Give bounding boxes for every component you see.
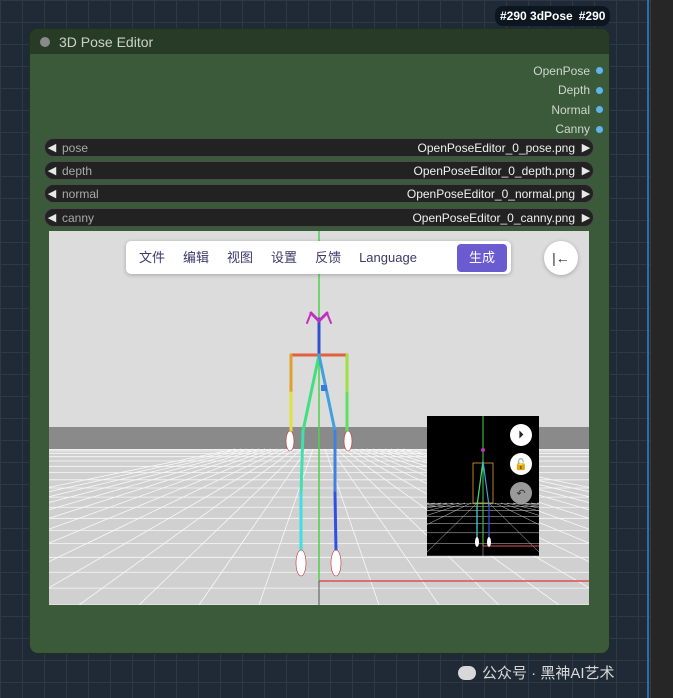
badge-id: #290 — [578, 9, 606, 23]
grid-line — [427, 502, 466, 516]
grid-line — [524, 502, 539, 506]
widget-label: normal — [62, 186, 99, 201]
menu-settings[interactable]: 设置 — [262, 244, 306, 272]
widget-label: canny — [62, 210, 95, 225]
collapse-left-icon[interactable]: |← — [544, 241, 578, 275]
arrow-right-icon[interactable]: ▶ — [579, 187, 593, 200]
grid-line — [427, 502, 442, 506]
pose-editor-node[interactable]: 3D Pose Editor OpenPose Depth Normal Can… — [30, 29, 609, 653]
generate-button[interactable]: 生成 — [456, 243, 507, 272]
output-sockets: OpenPose Depth Normal Canny — [533, 61, 603, 139]
menu-edit[interactable]: 编辑 — [174, 244, 218, 272]
output-normal[interactable]: Normal — [533, 100, 603, 120]
widget-label: pose — [62, 140, 89, 155]
widget-value: OpenPoseEditor_0_pose.png — [417, 140, 575, 155]
output-canny[interactable]: Canny — [533, 120, 603, 140]
widget-normal[interactable]: ◀ normal OpenPoseEditor_0_normal.png ▶ — [44, 184, 594, 203]
output-openpose[interactable]: OpenPose — [533, 61, 603, 81]
arrow-left-icon[interactable]: ◀ — [45, 211, 59, 224]
widget-value: OpenPoseEditor_0_canny.png — [412, 210, 575, 225]
grid-line — [518, 502, 539, 507]
node-title: 3D Pose Editor — [59, 33, 154, 50]
grid-line — [427, 502, 478, 553]
watermark: 公众号 · 黑神AI艺术 — [458, 662, 615, 683]
arrow-left-icon[interactable]: ◀ — [45, 141, 59, 154]
widget-depth[interactable]: ◀ depth OpenPoseEditor_0_depth.png ▶ — [44, 161, 594, 180]
menu-feedback[interactable]: 反馈 — [306, 244, 350, 272]
widget-value: OpenPoseEditor_0_normal.png — [406, 186, 575, 201]
menu-view[interactable]: 视图 — [218, 244, 262, 272]
node-badge: #290 3dPose #290 — [495, 6, 611, 26]
unlock-icon[interactable]: 🔓 — [510, 453, 532, 475]
arrow-right-icon[interactable]: ▶ — [579, 211, 593, 224]
arrow-left-icon[interactable]: ◀ — [45, 187, 59, 200]
socket-icon[interactable] — [596, 106, 603, 114]
socket-icon[interactable] — [596, 86, 603, 94]
divider-line — [647, 0, 649, 698]
menu-language[interactable]: Language — [350, 244, 426, 272]
arrow-left-icon[interactable]: ◀ — [45, 164, 59, 177]
wechat-icon — [458, 665, 476, 680]
watermark-text: 公众号 · 黑神AI艺术 — [482, 665, 615, 682]
widget-canny[interactable]: ◀ canny OpenPoseEditor_0_canny.png ▶ — [44, 208, 594, 227]
badge-title: #290 3dPose — [500, 9, 573, 23]
editor-menubar: 文件 编辑 视图 设置 反馈 Language 生成 — [126, 241, 511, 274]
output-depth[interactable]: Depth — [533, 81, 603, 101]
grid-line — [494, 502, 539, 525]
undo-icon[interactable]: ↶ — [510, 482, 532, 504]
play-icon[interactable]: ⏵ — [510, 424, 532, 446]
socket-icon[interactable] — [596, 125, 603, 133]
node-header[interactable]: 3D Pose Editor — [30, 29, 609, 54]
camera-preview[interactable]: ⏵ 🔓 ↶ — [427, 416, 539, 556]
widget-value: OpenPoseEditor_0_depth.png — [413, 163, 575, 178]
grid-line — [427, 502, 472, 525]
arrow-right-icon[interactable]: ▶ — [579, 141, 593, 154]
widget-label: depth — [62, 163, 93, 178]
socket-icon[interactable] — [596, 67, 603, 75]
collapse-dot-icon[interactable] — [40, 36, 50, 47]
3d-viewport[interactable]: 文件 编辑 视图 设置 反馈 Language 生成 |← ⏵ 🔓 ↶ — [49, 231, 589, 605]
grid-line — [427, 502, 448, 507]
grid-line — [488, 502, 539, 553]
widget-pose[interactable]: ◀ pose OpenPoseEditor_0_pose.png ▶ — [44, 138, 594, 157]
grid-line — [506, 502, 539, 512]
grid-line — [427, 502, 460, 512]
arrow-right-icon[interactable]: ▶ — [579, 164, 593, 177]
grid-line — [500, 502, 539, 516]
menu-file[interactable]: 文件 — [130, 244, 174, 272]
right-panel-strip — [647, 0, 673, 698]
